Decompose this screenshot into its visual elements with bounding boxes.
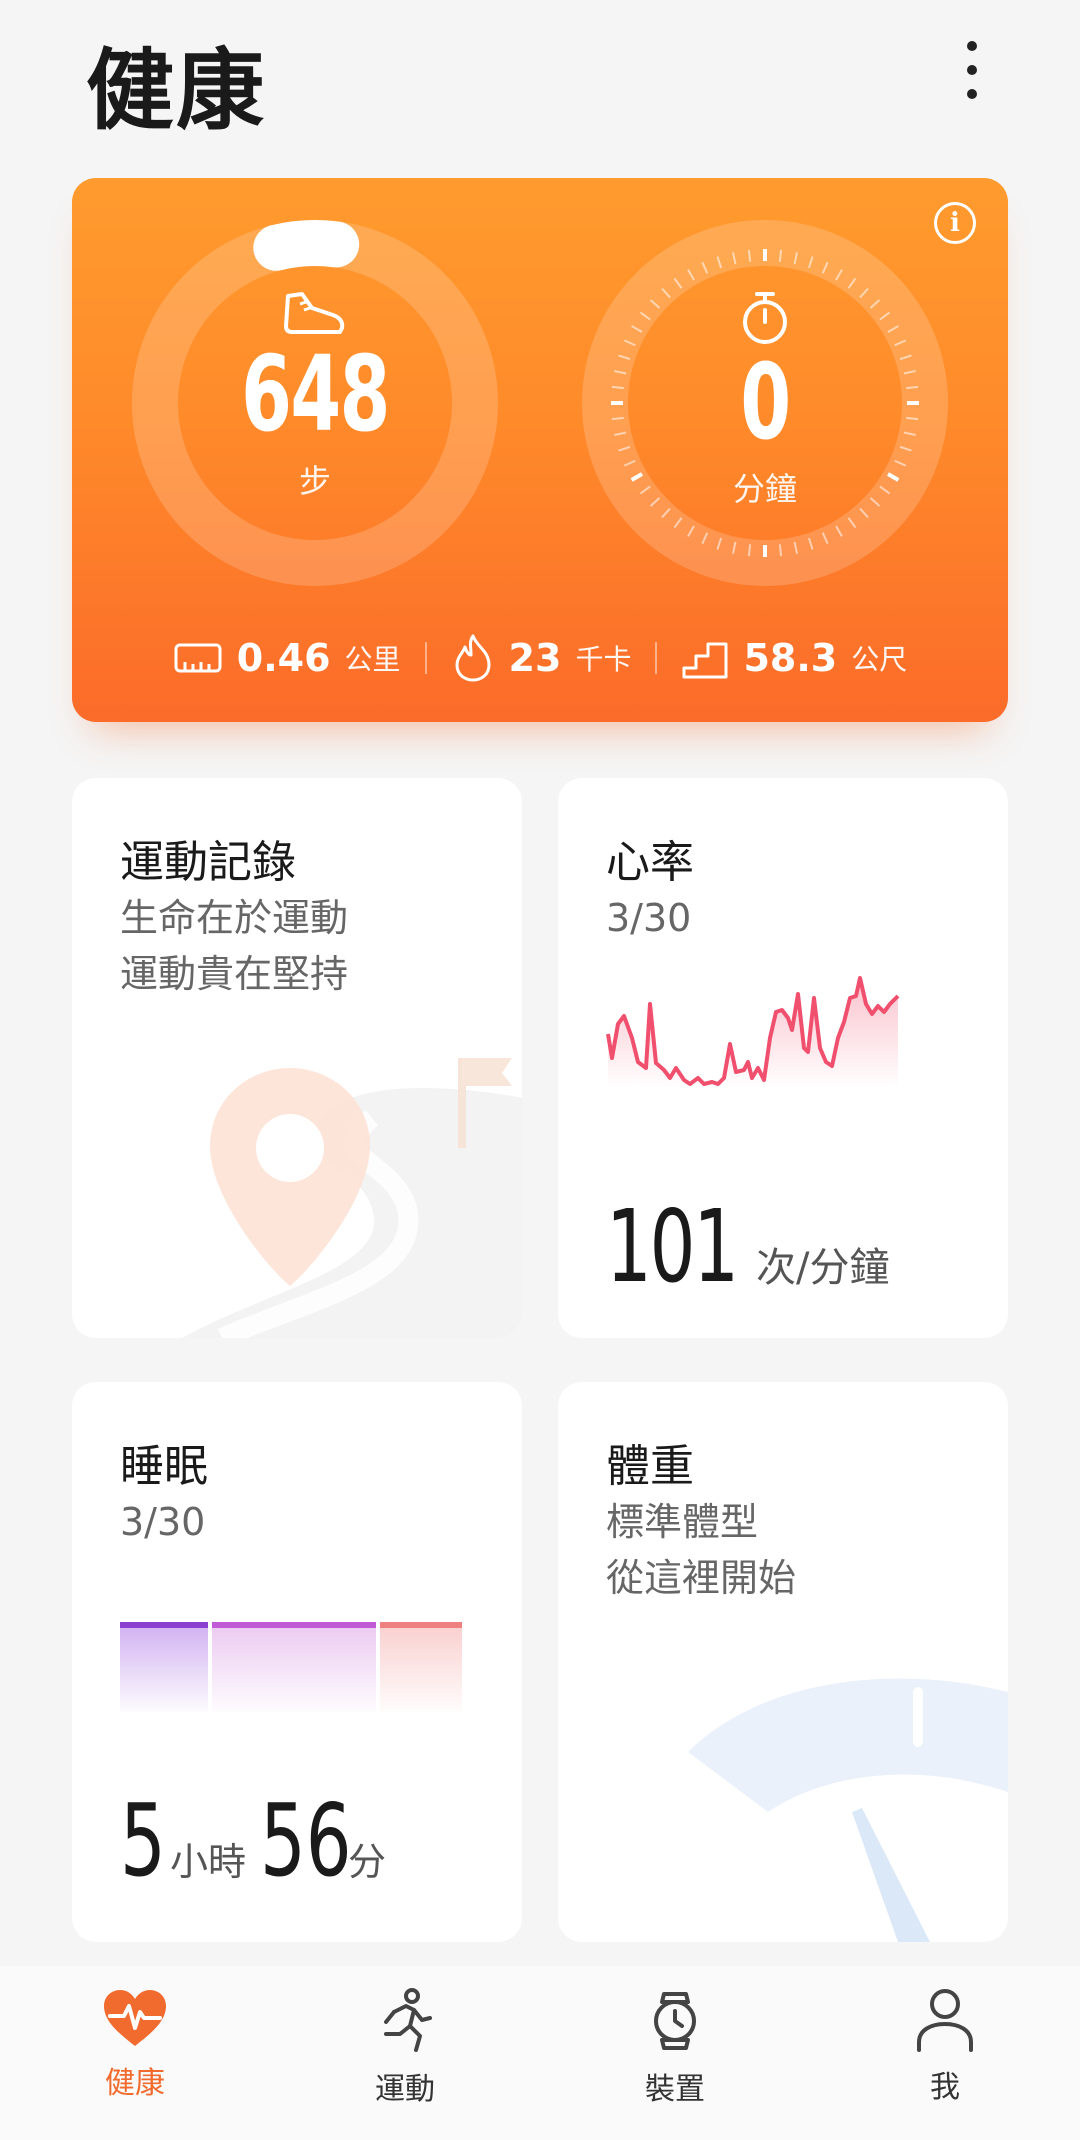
minutes-content: 0 分鐘 <box>580 290 950 510</box>
sleep-hours: 5 <box>120 1782 166 1899</box>
person-icon <box>917 1989 973 2052</box>
exercise-record-card[interactable]: 運動記錄 生命在於運動 運動貴在堅持 <box>72 778 522 1338</box>
more-dot <box>967 65 977 75</box>
card-title: 睡眠 <box>120 1441 208 1492</box>
stat-divider <box>655 642 658 674</box>
sleep-card[interactable]: 睡眠 3/30 5 小時 56 分 <box>72 1382 522 1942</box>
nav-health[interactable]: 健康 <box>0 1966 270 2140</box>
distance-unit: 公里 <box>344 643 401 676</box>
stopwatch-icon <box>743 292 787 344</box>
calories-unit: 千卡 <box>575 643 632 676</box>
ruler-icon <box>174 643 222 673</box>
more-dot <box>967 41 977 51</box>
scale-gauge-illustration <box>688 1678 1008 1942</box>
nav-devices[interactable]: 裝置 <box>540 1966 810 2140</box>
nav-me[interactable]: 我 <box>810 1966 1080 2140</box>
heart-pulse-icon <box>104 1990 166 2046</box>
minutes-unit: 分鐘 <box>732 470 797 508</box>
climb-value: 58.3 <box>743 636 838 680</box>
stairs-icon <box>682 642 728 679</box>
route-illustration <box>182 1058 522 1338</box>
heart-rate-unit: 次/分鐘 <box>756 1245 890 1291</box>
sleep-hours-unit: 小時 <box>170 1840 247 1884</box>
card-title: 心率 <box>606 837 694 888</box>
tick-mark <box>747 249 752 262</box>
runner-icon <box>384 1988 432 2052</box>
heart-rate-reading: 101 次/分鐘 <box>606 1188 889 1305</box>
card-subtitle: 生命在於運動 運動貴在堅持 <box>120 890 348 1002</box>
heart-rate-date: 3/30 <box>606 896 692 940</box>
more-options-button[interactable] <box>946 30 998 110</box>
climb-unit: 公尺 <box>851 643 908 676</box>
sleep-light-bar <box>212 1626 376 1712</box>
calories-stat: 23 千卡 <box>451 633 632 683</box>
tick-mark <box>747 544 752 557</box>
steps-value: 648 <box>241 333 390 455</box>
activity-summary-card[interactable]: i 648 步 0 分鐘 0.46 公里 23 千卡 58.3 公尺 <box>72 178 1008 722</box>
sleep-deep-bar <box>120 1626 208 1712</box>
bottom-navigation: 健康 運動 裝置 我 <box>0 1966 1080 2140</box>
card-title: 體重 <box>606 1441 694 1492</box>
card-subtitle: 標準體型 從這裡開始 <box>606 1494 796 1606</box>
heart-rate-card[interactable]: 心率 3/30 101 次/分鐘 <box>558 778 1008 1338</box>
subtitle-line: 運動貴在堅持 <box>120 952 349 996</box>
app-header: 健康 <box>0 0 1080 160</box>
climb-stat: 58.3 公尺 <box>681 636 907 680</box>
page-title: 健康 <box>86 39 267 142</box>
nav-label: 運動 <box>375 2072 435 2107</box>
tick-mark <box>778 544 783 557</box>
more-dot <box>967 89 977 99</box>
sleep-date: 3/30 <box>120 1500 206 1544</box>
nav-label: 健康 <box>105 2066 165 2101</box>
distance-stat: 0.46 公里 <box>173 636 401 680</box>
subtitle-line: 從這裡開始 <box>606 1556 797 1600</box>
card-title: 運動記錄 <box>120 837 296 888</box>
subtitle-line: 標準體型 <box>606 1500 759 1544</box>
distance-value: 0.46 <box>236 636 331 680</box>
stats-row: 0.46 公里 23 千卡 58.3 公尺 <box>72 628 1008 688</box>
tick-mark <box>778 249 783 262</box>
steps-content: 648 步 <box>130 290 500 502</box>
heart-rate-value: 101 <box>606 1188 739 1305</box>
sleep-duration: 5 小時 56 分 <box>120 1782 386 1899</box>
weight-card[interactable]: 體重 標準體型 從這裡開始 <box>558 1382 1008 1942</box>
sleep-stage-bars <box>120 1622 462 1712</box>
shoe-icon <box>284 292 345 334</box>
sleep-rem-bar <box>380 1626 462 1712</box>
sleep-minutes-unit: 分 <box>348 1840 387 1884</box>
subtitle-line: 生命在於運動 <box>120 896 349 940</box>
heart-rate-sparkline <box>606 976 900 1088</box>
flame-icon <box>455 634 491 682</box>
nav-label: 裝置 <box>645 2072 705 2107</box>
watch-icon <box>654 1992 696 2050</box>
steps-unit: 步 <box>298 462 331 500</box>
stat-divider <box>424 642 427 674</box>
nav-exercise[interactable]: 運動 <box>270 1966 540 2140</box>
minutes-value: 0 <box>740 341 791 463</box>
nav-label: 我 <box>930 2070 960 2105</box>
calories-value: 23 <box>508 636 562 680</box>
sleep-minutes: 56 <box>260 1782 352 1899</box>
